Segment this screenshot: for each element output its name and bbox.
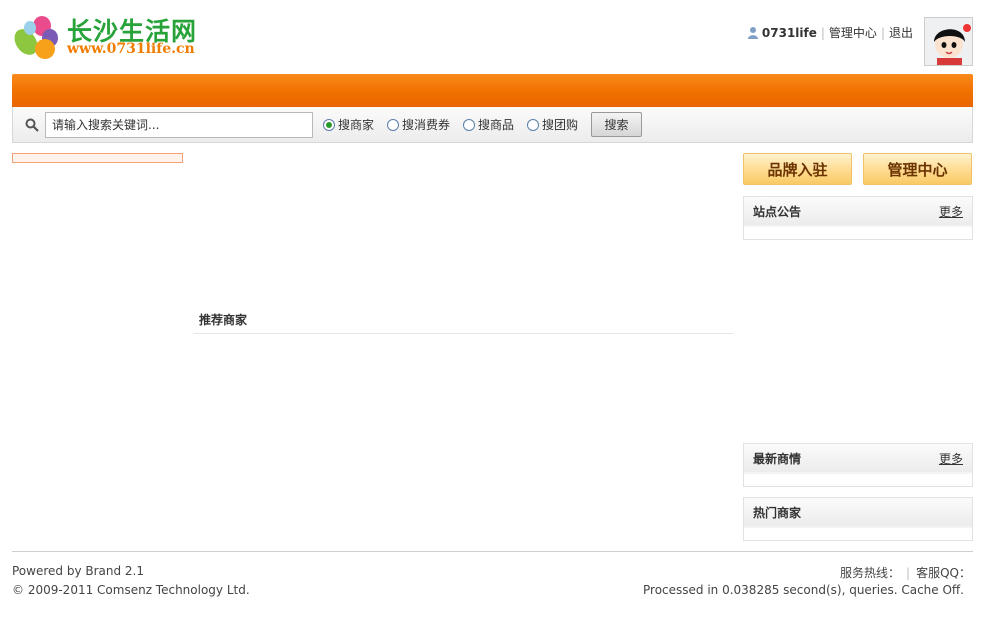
more-link[interactable]: 更多 bbox=[939, 450, 963, 467]
panel-title: 最新商情 bbox=[753, 451, 802, 466]
divider: | bbox=[820, 25, 825, 40]
left-banner-placeholder bbox=[12, 153, 183, 163]
user-icon bbox=[747, 27, 758, 39]
radio-label: 搜商家 bbox=[338, 118, 375, 132]
hot-merchants-panel: 热门商家 bbox=[743, 497, 973, 541]
notice-panel: 站点公告 更多 bbox=[743, 196, 973, 240]
recommend-merchants-heading: 推荐商家 bbox=[193, 311, 733, 334]
panel-header: 站点公告 更多 bbox=[744, 197, 972, 227]
radio-label: 搜团购 bbox=[542, 118, 579, 132]
main-nav-bar bbox=[12, 74, 973, 107]
panel-title: 热门商家 bbox=[753, 505, 802, 520]
avatar[interactable] bbox=[924, 17, 973, 66]
radio-label: 搜商品 bbox=[478, 118, 515, 132]
more-link[interactable]: 更多 bbox=[939, 203, 963, 220]
radio-search-product[interactable]: 搜商品 bbox=[463, 116, 514, 133]
radio-search-coupon[interactable]: 搜消费券 bbox=[387, 116, 450, 133]
logout-link[interactable]: 退出 bbox=[889, 24, 913, 41]
search-button[interactable]: 搜索 bbox=[591, 112, 643, 137]
radio-search-groupbuy[interactable]: 搜团购 bbox=[527, 116, 578, 133]
hotline-label: 服务热线： bbox=[840, 566, 901, 580]
contact-info: 服务热线： | 客服QQ： bbox=[840, 564, 971, 581]
processed-info: Processed in 0.038285 second(s), queries… bbox=[643, 583, 964, 597]
panel-title: 站点公告 bbox=[753, 204, 802, 219]
latest-news-panel: 最新商情 更多 bbox=[743, 443, 973, 487]
radio-label: 搜消费券 bbox=[402, 118, 451, 132]
radio-dot bbox=[323, 118, 335, 131]
avatar-cartoon-icon bbox=[925, 18, 972, 65]
divider: | bbox=[880, 25, 885, 40]
brand-join-button[interactable]: 品牌入驻 bbox=[743, 153, 852, 185]
user-bar: 0731life | 管理中心 | 退出 bbox=[747, 24, 913, 41]
search-bar: 搜商家 搜消费券 搜商品 搜团购 搜索 bbox=[12, 107, 973, 143]
powered-by-text: Powered by Brand 2.1 bbox=[12, 564, 145, 578]
panel-header: 热门商家 bbox=[744, 498, 972, 528]
radio-search-merchant[interactable]: 搜商家 bbox=[323, 116, 374, 133]
radio-dot bbox=[527, 118, 540, 131]
username-link[interactable]: 0731life bbox=[762, 26, 817, 40]
logo-url: www.0731life.cn bbox=[67, 41, 195, 57]
qq-label: 客服QQ： bbox=[916, 566, 971, 580]
flower-logo-icon bbox=[14, 16, 58, 59]
copyright-text: © 2009-2011 Comsenz Technology Ltd. bbox=[12, 583, 250, 597]
radio-dot bbox=[463, 118, 476, 131]
divider: | bbox=[906, 566, 911, 580]
search-type-group: 搜商家 搜消费券 搜商品 搜团购 bbox=[323, 116, 591, 133]
site-logo[interactable]: 长沙生活网 www.0731life.cn bbox=[12, 12, 202, 62]
radio-dot bbox=[387, 118, 400, 131]
manage-center-link[interactable]: 管理中心 bbox=[829, 24, 877, 41]
search-input[interactable] bbox=[45, 111, 313, 138]
search-icon bbox=[25, 118, 39, 132]
manage-center-button[interactable]: 管理中心 bbox=[863, 153, 972, 185]
panel-header: 最新商情 更多 bbox=[744, 444, 972, 474]
footer-divider bbox=[12, 551, 973, 552]
